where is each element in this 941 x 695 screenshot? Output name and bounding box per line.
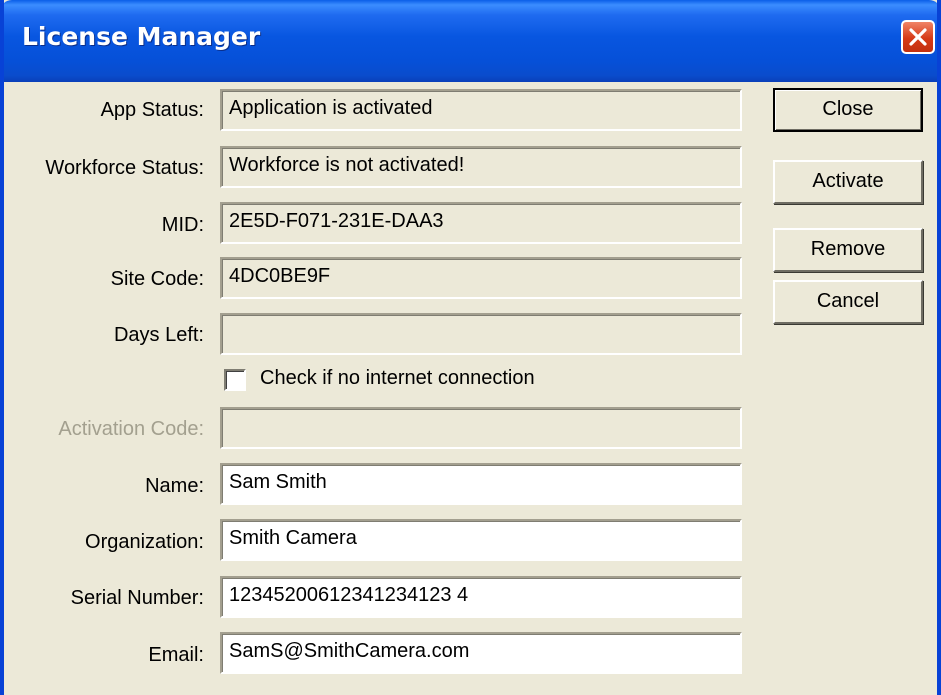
window-close-button[interactable]	[901, 20, 935, 54]
activation-code-field[interactable]	[220, 407, 742, 449]
remove-button[interactable]: Remove	[773, 228, 923, 272]
serial-number-input[interactable]: 12345200612341234123 4	[220, 576, 742, 618]
app-status-label: App Status:	[100, 99, 204, 121]
workforce-status-label: Workforce Status:	[45, 157, 204, 179]
days-left-field	[220, 313, 742, 355]
activation-code-label: Activation Code:	[58, 418, 204, 440]
mid-label: MID:	[161, 214, 204, 236]
no-internet-checkbox-label[interactable]: Check if no internet connection	[260, 363, 535, 393]
site-code-label: Site Code:	[110, 268, 204, 290]
close-icon	[909, 28, 927, 46]
organization-input[interactable]: Smith Camera	[220, 519, 742, 561]
workforce-status-field: Workforce is not activated!	[220, 146, 742, 188]
name-label: Name:	[145, 475, 204, 497]
close-button[interactable]: Close	[773, 88, 923, 132]
mid-field: 2E5D-F071-231E-DAA3	[220, 202, 742, 244]
email-label: Email:	[148, 644, 204, 666]
activate-button[interactable]: Activate	[773, 160, 923, 204]
no-internet-checkbox[interactable]	[224, 369, 246, 391]
days-left-label: Days Left:	[113, 324, 204, 346]
app-status-field: Application is activated	[220, 89, 742, 131]
serial-number-label: Serial Number:	[70, 587, 204, 609]
organization-label: Organization:	[85, 531, 204, 553]
name-input[interactable]: Sam Smith	[220, 463, 742, 505]
email-input[interactable]: SamS@SmithCamera.com	[220, 632, 742, 674]
license-manager-dialog: License Manager App Status: Workforce St…	[0, 0, 941, 695]
site-code-field: 4DC0BE9F	[220, 257, 742, 299]
cancel-button[interactable]: Cancel	[773, 280, 923, 324]
